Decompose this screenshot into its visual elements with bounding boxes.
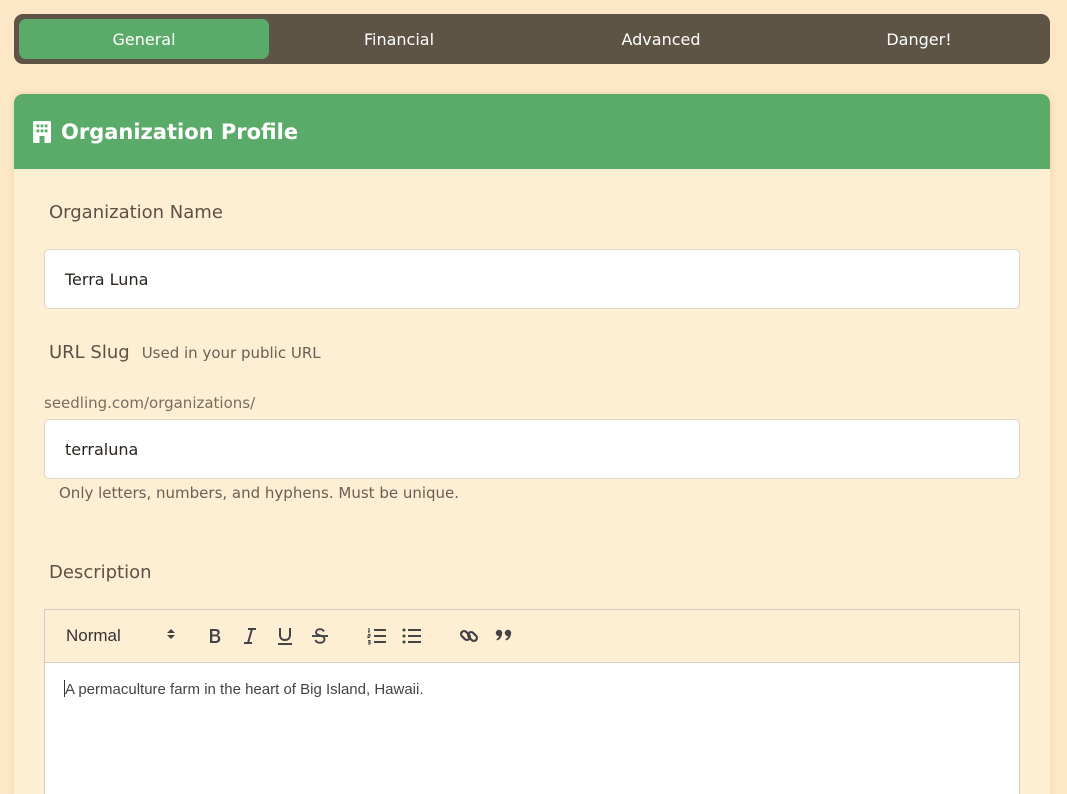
description-editor-content[interactable]: A permaculture farm in the heart of Big …	[45, 663, 1019, 794]
tab-advanced[interactable]: Advanced	[529, 19, 793, 59]
tab-financial[interactable]: Financial	[269, 19, 529, 59]
url-slug-hint: Used in your public URL	[141, 344, 321, 362]
tab-general[interactable]: General	[19, 19, 269, 59]
url-slug-value: terraluna	[65, 439, 139, 459]
url-slug-label-text: URL Slug	[49, 342, 130, 363]
organization-profile-card: Organization Profile Organization Name T…	[14, 94, 1050, 794]
description-text: A permaculture farm in the heart of Big …	[65, 681, 424, 698]
select-arrows-icon	[166, 626, 176, 646]
bold-button[interactable]	[204, 625, 226, 647]
strikethrough-button[interactable]	[309, 625, 331, 647]
italic-icon	[244, 628, 256, 644]
bullet-list-button[interactable]	[401, 625, 423, 647]
quote-icon	[495, 629, 512, 641]
italic-button[interactable]	[239, 625, 261, 647]
tab-bar: General Financial Advanced Danger!	[14, 14, 1050, 64]
card-header: Organization Profile	[14, 94, 1050, 169]
url-slug-prefix: seedling.com/organizations/	[44, 394, 256, 412]
link-button[interactable]	[458, 625, 480, 647]
url-slug-label: URL Slug Used in your public URL	[49, 342, 321, 363]
url-slug-input[interactable]: terraluna	[44, 419, 1020, 479]
format-select-value: Normal	[66, 626, 121, 645]
description-editor: Normal A permaculture farm in the heart …	[44, 609, 1020, 794]
bold-icon	[210, 629, 221, 643]
org-name-value: Terra Luna	[65, 269, 149, 289]
link-icon	[459, 629, 479, 643]
org-name-input[interactable]: Terra Luna	[44, 249, 1020, 309]
bullet-list-icon	[402, 628, 421, 644]
description-label: Description	[49, 562, 152, 583]
underline-button[interactable]	[274, 625, 296, 647]
ordered-list-icon	[367, 628, 386, 645]
org-name-label: Organization Name	[49, 202, 223, 223]
editor-toolbar: Normal	[45, 610, 1019, 663]
card-title: Organization Profile	[61, 119, 299, 144]
ordered-list-button[interactable]	[366, 625, 388, 647]
url-slug-help: Only letters, numbers, and hyphens. Must…	[59, 484, 460, 502]
blockquote-button[interactable]	[493, 625, 515, 647]
strikethrough-icon	[312, 628, 328, 644]
format-select[interactable]: Normal	[66, 626, 176, 646]
building-icon	[33, 120, 51, 143]
tab-danger[interactable]: Danger!	[793, 19, 1045, 59]
underline-icon	[278, 628, 292, 645]
